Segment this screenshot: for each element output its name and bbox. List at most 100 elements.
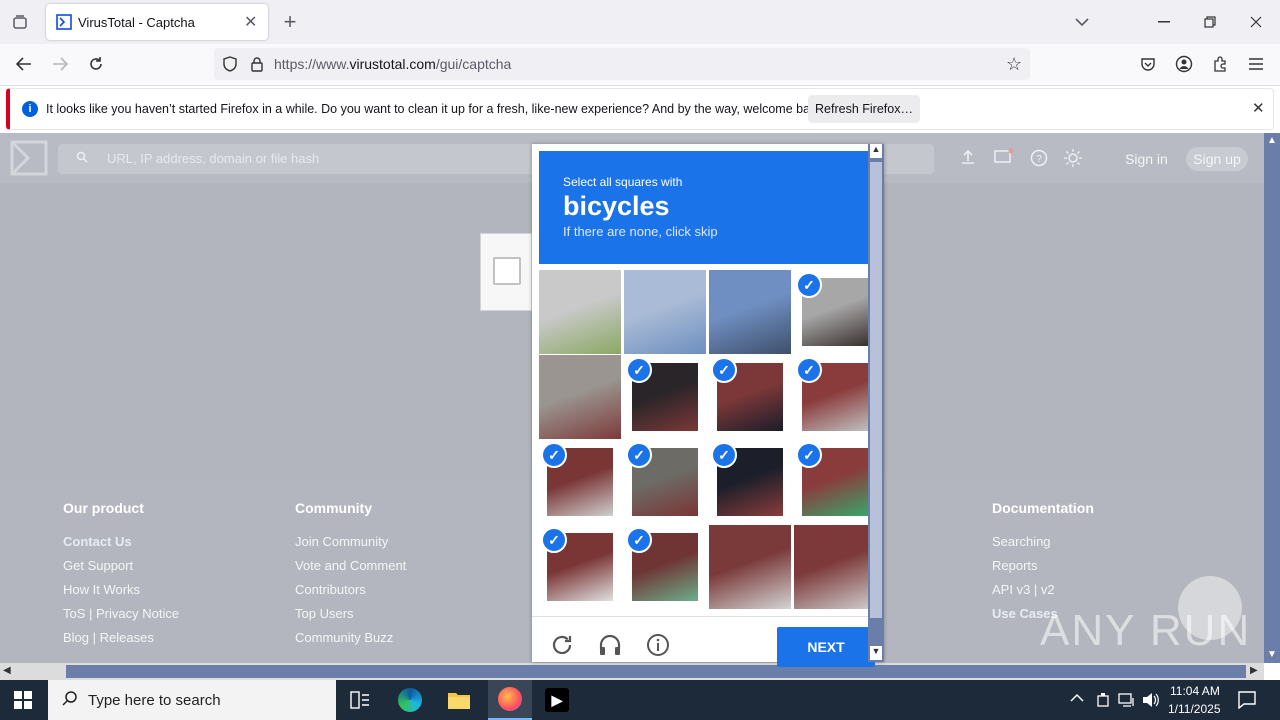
captcha-tile[interactable] — [794, 525, 876, 609]
tile-image — [624, 270, 706, 354]
anyrun-taskbar-icon[interactable]: ▶ — [545, 688, 569, 712]
minimize-icon[interactable] — [1152, 10, 1176, 34]
new-tab-icon[interactable]: + — [278, 9, 302, 34]
url-text[interactable]: https://www.virustotal.com/gui/captcha — [274, 56, 511, 72]
edge-icon[interactable] — [398, 688, 422, 712]
action-center-icon[interactable] — [1238, 691, 1256, 714]
captcha-target: bicycles — [563, 191, 670, 221]
captcha-header: Select all squares with bicycles If ther… — [539, 151, 868, 264]
info-help-icon[interactable] — [646, 633, 670, 662]
tab-virustotal[interactable]: VirusTotal - Captcha ✕ — [46, 4, 268, 40]
captcha-tile[interactable] — [539, 355, 621, 439]
close-window-icon[interactable] — [1244, 10, 1268, 34]
captcha-tile[interactable]: ✓ — [794, 355, 876, 439]
help-icon[interactable]: ? — [1030, 149, 1048, 172]
footer-link[interactable]: Join Community — [295, 530, 406, 554]
upload-icon[interactable] — [960, 149, 976, 170]
captcha-tile[interactable]: ✓ — [794, 270, 876, 354]
captcha-tile[interactable]: ✓ — [624, 440, 706, 524]
captcha-scroll-thumb[interactable] — [870, 162, 882, 618]
restore-icon[interactable] — [1198, 10, 1222, 34]
tab-list-icon[interactable] — [8, 10, 32, 34]
tile-selected-check-icon: ✓ — [541, 527, 567, 553]
forward-icon[interactable] — [48, 52, 72, 76]
pocket-icon[interactable] — [1136, 52, 1160, 76]
footer-link[interactable]: Vote and Comment — [295, 554, 406, 578]
extensions-icon[interactable] — [1208, 52, 1232, 76]
captcha-tile[interactable]: ✓ — [709, 440, 791, 524]
captcha-tile[interactable] — [709, 525, 791, 609]
captcha-tile[interactable] — [709, 270, 791, 354]
captcha-tile[interactable]: ✓ — [624, 525, 706, 609]
task-view-icon[interactable] — [350, 691, 370, 714]
footer-col-community: Community Join Community Vote and Commen… — [295, 500, 406, 650]
firefox-taskbar-icon[interactable] — [488, 680, 532, 720]
captcha-tile[interactable]: ✓ — [794, 440, 876, 524]
start-windows-icon[interactable] — [14, 691, 32, 714]
captcha-tile[interactable] — [624, 270, 706, 354]
clock-date[interactable]: 1/11/2025 — [1168, 702, 1221, 716]
footer-link[interactable]: How It Works — [63, 578, 179, 602]
scroll-up-icon[interactable]: ▲ — [1267, 135, 1277, 146]
taskbar-search-box[interactable]: Type here to search — [48, 680, 336, 720]
scroll-right-icon[interactable]: ▶ — [1250, 665, 1258, 676]
footer-link[interactable]: ToS | Privacy Notice — [63, 602, 179, 626]
account-icon[interactable] — [1172, 52, 1196, 76]
captcha-tile[interactable]: ✓ — [624, 355, 706, 439]
next-button[interactable]: NEXT — [777, 627, 875, 667]
refresh-firefox-button[interactable]: Refresh Firefox… — [808, 95, 920, 123]
audio-challenge-icon[interactable] — [598, 633, 622, 662]
captcha-scroll-up-icon[interactable]: ▲ — [870, 144, 882, 158]
captcha-scrollbar[interactable]: ▲ ▼ — [868, 144, 884, 662]
scroll-down-icon[interactable]: ▼ — [1267, 649, 1277, 660]
footer-link[interactable]: Searching — [992, 530, 1094, 554]
clock-time[interactable]: 11:04 AM — [1170, 684, 1220, 698]
footer-link[interactable]: Reports — [992, 554, 1094, 578]
captcha-tile[interactable]: ✓ — [539, 440, 621, 524]
show-hidden-icons[interactable] — [1070, 690, 1084, 706]
network-icon[interactable] — [1118, 692, 1136, 713]
footer-link[interactable]: Blog | Releases — [63, 626, 179, 650]
vt-favicon-icon — [56, 14, 72, 30]
scroll-left-icon[interactable]: ◀ — [3, 665, 11, 676]
notification-close-icon[interactable]: ✕ — [1252, 99, 1265, 117]
sign-in-link[interactable]: Sign in — [1125, 151, 1168, 167]
notifications-icon[interactable] — [994, 148, 1014, 171]
back-icon[interactable] — [12, 52, 36, 76]
footer-link[interactable]: Top Users — [295, 602, 406, 626]
sign-up-button[interactable]: Sign up — [1186, 147, 1248, 171]
footer-link[interactable]: Community Buzz — [295, 626, 406, 650]
footer-heading: Documentation — [992, 500, 1094, 516]
footer-heading: Community — [295, 500, 372, 516]
scroll-thumb[interactable] — [66, 665, 1246, 678]
captcha-tile[interactable]: ✓ — [539, 525, 621, 609]
horizontal-scrollbar[interactable]: ◀ ▶ — [0, 663, 1264, 680]
captcha-scroll-down-icon[interactable]: ▼ — [870, 646, 882, 660]
footer-link[interactable]: Contact Us — [63, 530, 179, 554]
usb-device-icon[interactable] — [1096, 692, 1110, 713]
reload-challenge-icon[interactable] — [550, 633, 574, 662]
tab-close-icon[interactable]: ✕ — [244, 12, 257, 32]
menu-icon[interactable] — [1244, 52, 1268, 76]
file-explorer-icon[interactable] — [447, 690, 471, 715]
vt-logo-icon[interactable] — [10, 140, 48, 181]
captcha-tile[interactable] — [539, 270, 621, 354]
theme-toggle-icon[interactable] — [1064, 149, 1082, 172]
url-path: /gui/captcha — [435, 56, 512, 72]
lock-icon[interactable] — [250, 56, 264, 77]
list-all-tabs-icon[interactable] — [1070, 10, 1094, 34]
tile-selected-check-icon: ✓ — [796, 272, 822, 298]
recaptcha-checkbox[interactable] — [493, 257, 521, 285]
tile-selected-check-icon: ✓ — [626, 527, 652, 553]
windows-taskbar: Type here to search ▶ 11:04 AM 1/11/2025 — [0, 680, 1280, 720]
volume-icon[interactable] — [1142, 692, 1160, 713]
captcha-tile[interactable]: ✓ — [709, 355, 791, 439]
anyrun-watermark: ANY RUN — [1040, 576, 1249, 658]
page-scrollbar[interactable]: ▲ ▼ — [1264, 133, 1280, 663]
footer-link[interactable]: Get Support — [63, 554, 179, 578]
reload-icon[interactable] — [84, 52, 108, 76]
footer-link[interactable]: Contributors — [295, 578, 406, 602]
bookmark-star-icon[interactable]: ☆ — [1006, 54, 1022, 75]
tracking-shield-icon[interactable] — [222, 56, 238, 77]
address-bar[interactable]: https://www.virustotal.com/gui/captcha ☆ — [214, 48, 1030, 80]
